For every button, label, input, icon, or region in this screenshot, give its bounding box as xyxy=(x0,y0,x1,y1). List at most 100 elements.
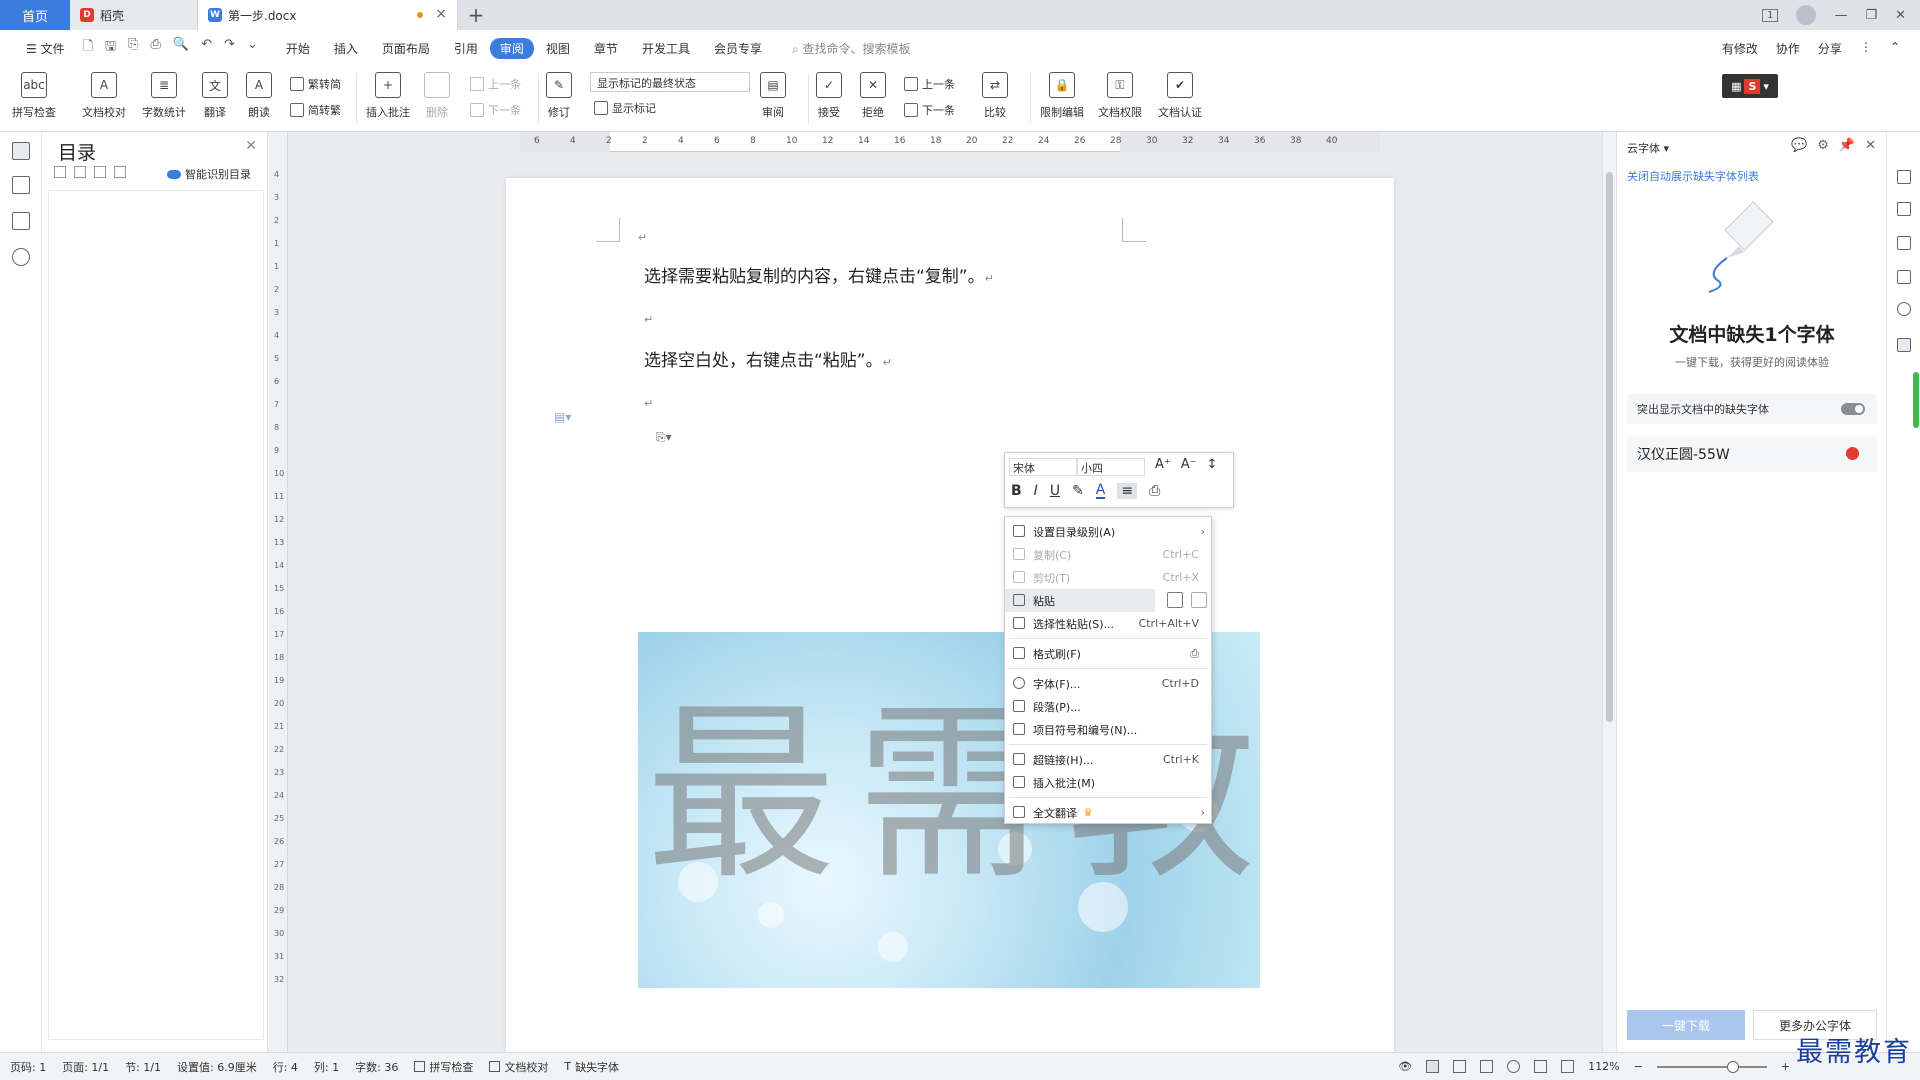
hide-missing-fonts-link[interactable]: 关闭自动展示缺失字体列表 xyxy=(1627,168,1759,184)
empty-paragraph[interactable]: ↵ xyxy=(644,308,653,328)
status-missing-font[interactable]: T 缺失字体 xyxy=(564,1059,619,1075)
next-comment-button[interactable]: 下一条 xyxy=(470,102,521,118)
zoom-out-button[interactable]: − xyxy=(1634,1060,1643,1073)
compare-button[interactable]: ⇄ 比较 xyxy=(982,72,1008,120)
horizontal-ruler[interactable]: 6 4 2 2 4 6 8 10 12 14 16 18 20 22 24 26 28 30 32 34 36 38 40 xyxy=(520,132,1380,152)
shrink-font-icon[interactable]: A⁻ xyxy=(1181,457,1197,472)
read-aloud-button[interactable]: A 朗读 xyxy=(246,72,272,120)
doc-certify-button[interactable]: ✔ 文档认证 xyxy=(1158,72,1202,120)
collapse-ribbon-icon[interactable]: ⌃ xyxy=(1890,40,1900,57)
tab-document[interactable]: W 第一步.docx × xyxy=(198,0,458,30)
paragraph-2[interactable]: 选择空白处，右键点击“粘贴”。↵ xyxy=(644,346,892,371)
menu-member[interactable]: 会员专享 xyxy=(702,40,774,57)
collapse-all-icon[interactable] xyxy=(74,166,86,178)
close-toc-icon[interactable]: ✕ xyxy=(245,138,257,154)
review-pane-button[interactable]: ▤ 审阅 xyxy=(760,72,786,120)
vertical-ruler[interactable]: 4 3 2 1 1 2 3 4 5 6 7 8 9 10 11 12 13 14 15 16 17 18 19 20 21 22 2… xyxy=(272,170,286,1050)
paragraph-1[interactable]: 选择需要粘贴复制的内容，右键点击“复制”。↵ xyxy=(644,262,994,287)
zoom-level[interactable]: 112% xyxy=(1588,1060,1619,1073)
font-name-select[interactable]: 宋体 xyxy=(1009,458,1077,476)
customize-icon[interactable]: ⌄ xyxy=(247,37,258,59)
translate-button[interactable]: 文翻译 xyxy=(202,72,228,120)
underline-button[interactable]: U xyxy=(1050,483,1060,499)
menu-review[interactable]: 审阅 xyxy=(489,37,534,59)
accept-button[interactable]: ✓ 接受 xyxy=(816,72,842,120)
track-changes-button[interactable]: ✎ 修订 xyxy=(546,72,572,120)
bookmark-icon[interactable] xyxy=(12,212,30,230)
word-count-button[interactable]: ≣ 字数统计 xyxy=(142,72,186,120)
menu-insert[interactable]: 插入 xyxy=(322,40,370,57)
close-window-button[interactable]: ✕ xyxy=(1895,8,1906,23)
menu-item-cut[interactable]: 剪切(T) Ctrl+X xyxy=(1005,566,1211,589)
format-painter-icon[interactable]: ⎘ xyxy=(128,37,138,59)
menu-item-hyperlink[interactable]: 超链接(H)... Ctrl+K xyxy=(1005,748,1211,771)
write-view-icon[interactable] xyxy=(1534,1060,1548,1073)
download-font-icon[interactable] xyxy=(1846,447,1859,460)
new-icon[interactable]: 🗋 xyxy=(83,37,93,59)
menu-item-font[interactable]: 字体(F)... Ctrl+D xyxy=(1005,672,1211,695)
pin-icon[interactable]: 📌 xyxy=(1839,138,1855,153)
menu-item-toc-level[interactable]: 设置目录级别(A) › xyxy=(1005,520,1211,543)
fit-page-icon[interactable] xyxy=(1561,1060,1575,1073)
menu-page-layout[interactable]: 页面布局 xyxy=(370,40,442,57)
paste-keep-format-icon[interactable] xyxy=(1167,592,1183,608)
select-icon[interactable] xyxy=(1897,236,1911,250)
undo-icon[interactable]: ↶ xyxy=(201,37,212,59)
command-search[interactable]: ⌕ 查找命令、搜索模板 xyxy=(792,40,911,57)
remove-heading-icon[interactable] xyxy=(114,166,126,178)
changes-button[interactable]: 有修改 xyxy=(1722,40,1758,57)
help-icon[interactable] xyxy=(1897,302,1911,316)
file-menu[interactable]: ☰ 文件 xyxy=(14,40,77,57)
menu-chapter[interactable]: 章节 xyxy=(582,40,630,57)
new-tab-button[interactable]: + xyxy=(458,0,494,30)
menu-view[interactable]: 视图 xyxy=(534,40,582,57)
status-page-number[interactable]: 页码: 1 xyxy=(10,1059,46,1075)
prev-comment-button[interactable]: 上一条 xyxy=(470,76,521,92)
reject-button[interactable]: ✕ 拒绝 xyxy=(860,72,886,120)
download-all-button[interactable]: 一键下载 xyxy=(1627,1010,1745,1040)
paste-options-icon[interactable]: ▤▾ xyxy=(554,410,571,424)
tab-docer[interactable]: D 稻壳 xyxy=(70,0,198,30)
zoom-in-button[interactable]: + xyxy=(1781,1060,1790,1073)
vertical-scrollbar[interactable] xyxy=(1602,132,1616,1052)
doc-permission-button[interactable]: ⚿ 文档权限 xyxy=(1098,72,1142,120)
style-icon[interactable] xyxy=(1897,170,1911,184)
menu-item-paste[interactable]: 粘贴 xyxy=(1005,589,1155,612)
empty-paragraph[interactable]: ↵ xyxy=(638,226,647,246)
status-section[interactable]: 节: 1/1 xyxy=(125,1059,161,1075)
align-icon[interactable]: ≡ xyxy=(1117,483,1138,499)
status-words[interactable]: 字数: 36 xyxy=(355,1059,398,1075)
line-spacing-icon[interactable]: ↕ xyxy=(1207,457,1218,472)
menu-item-copy[interactable]: 复制(C) Ctrl+C xyxy=(1005,543,1211,566)
grow-font-icon[interactable]: A⁺ xyxy=(1155,457,1171,472)
italic-button[interactable]: I xyxy=(1034,483,1038,499)
clipboard-icon[interactable]: ⎘▾ xyxy=(656,430,672,445)
outline-view-icon[interactable] xyxy=(1453,1060,1467,1073)
menu-item-translate[interactable]: 全文翻译 ♛ › xyxy=(1005,801,1211,824)
expand-all-icon[interactable] xyxy=(54,166,66,178)
feedback-icon[interactable]: 💬 xyxy=(1791,138,1807,153)
menu-item-bullets[interactable]: 项目符号和编号(N)... xyxy=(1005,718,1211,741)
markup-state-select[interactable]: 显示标记的最终状态 xyxy=(590,72,750,92)
collaborate-button[interactable]: 协作 xyxy=(1776,40,1800,57)
web-view-icon[interactable] xyxy=(1507,1060,1521,1073)
prev-change-button[interactable]: 上一条 xyxy=(904,76,955,92)
avatar[interactable] xyxy=(1796,5,1817,25)
show-markup-button[interactable]: 显示标记 xyxy=(594,100,656,116)
status-proofread[interactable]: 文档校对 xyxy=(489,1059,548,1075)
chapter-nav-icon[interactable] xyxy=(12,176,30,194)
font-color-icon[interactable]: A xyxy=(1095,483,1106,499)
share-button[interactable]: 分享 xyxy=(1818,40,1842,57)
highlight-missing-toggle[interactable] xyxy=(1841,403,1865,415)
menu-item-format-painter[interactable]: 格式刷(F) ⎙ xyxy=(1005,642,1211,665)
close-panel-icon[interactable]: ✕ xyxy=(1865,138,1876,153)
trad-simp-button[interactable]: 繁转简 xyxy=(290,76,341,92)
proofread-button[interactable]: A 文档校对 xyxy=(82,72,126,120)
page-view-icon[interactable] xyxy=(1426,1060,1440,1073)
restrict-editing-button[interactable]: 🔒 限制编辑 xyxy=(1040,72,1084,120)
status-pages[interactable]: 页面: 1/1 xyxy=(62,1059,109,1075)
highlight-icon[interactable]: ✎ xyxy=(1072,483,1084,499)
font-size-select[interactable]: 小四 xyxy=(1077,458,1145,476)
menu-item-paragraph[interactable]: 段落(P)... xyxy=(1005,695,1211,718)
zoom-slider[interactable] xyxy=(1656,1060,1767,1073)
